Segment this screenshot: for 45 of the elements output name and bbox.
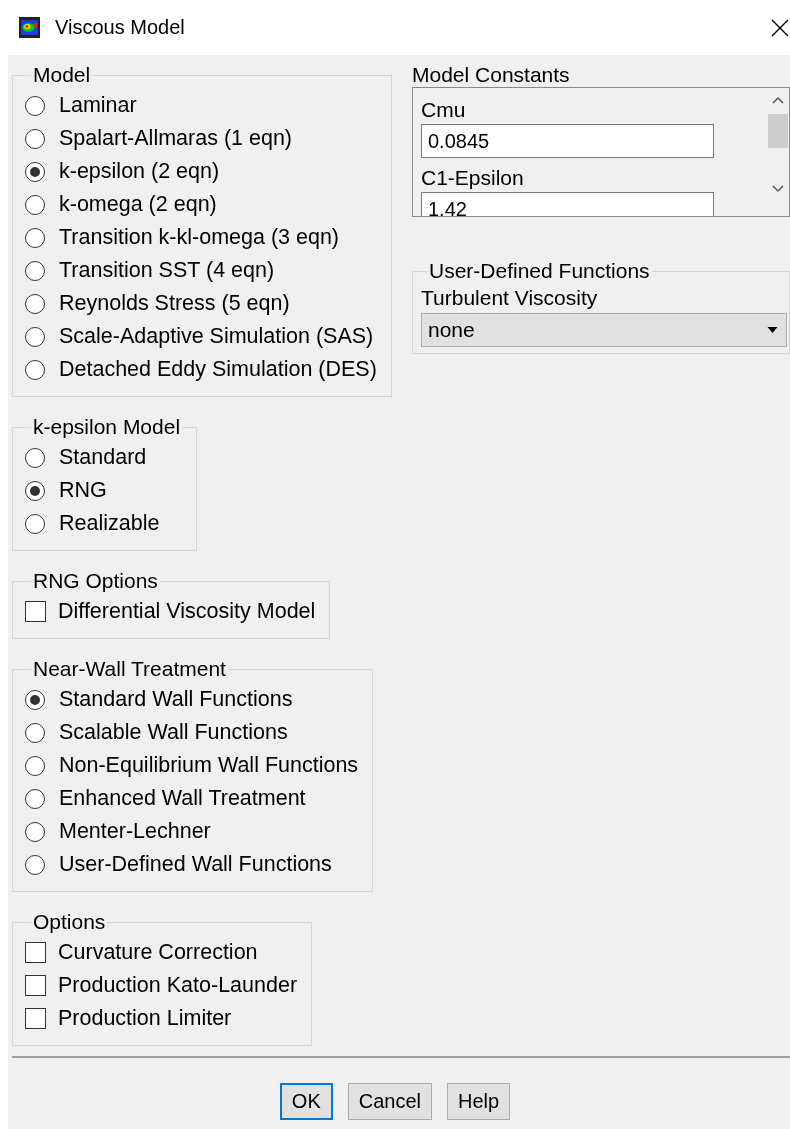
radio-option[interactable]: Transition SST (4 eqn)	[25, 254, 377, 287]
group-title: RNG Options	[32, 569, 159, 593]
radio-option[interactable]: k-omega (2 eqn)	[25, 188, 377, 221]
radio-option[interactable]: Reynolds Stress (5 eqn)	[25, 287, 377, 320]
scroll-thumb[interactable]	[768, 114, 788, 148]
checkbox-option[interactable]: Differential Viscosity Model	[25, 595, 316, 628]
radio-option[interactable]: Scale-Adaptive Simulation (SAS)	[25, 320, 377, 353]
dialog-button[interactable]: Help	[447, 1083, 511, 1120]
radio-option[interactable]: Standard	[25, 441, 183, 474]
radio-option[interactable]: Realizable	[25, 507, 183, 540]
scroll-down-icon[interactable]	[772, 185, 784, 193]
radio-option[interactable]: Scalable Wall Functions	[25, 716, 359, 749]
checkbox-option[interactable]: Curvature Correction	[25, 936, 298, 969]
radio-option[interactable]: User-Defined Wall Functions	[25, 848, 359, 881]
radio-option[interactable]: Non-Equilibrium Wall Functions	[25, 749, 359, 782]
checkbox-option[interactable]: Production Kato-Launder	[25, 969, 298, 1002]
radio-option[interactable]: RNG	[25, 474, 183, 507]
checkbox-option[interactable]: Production Limiter	[25, 1002, 298, 1035]
field-label: Turbulent Viscosity	[421, 285, 599, 311]
close-icon[interactable]	[770, 17, 790, 38]
dropdown[interactable]: none	[421, 313, 787, 347]
scroll-up-icon[interactable]	[772, 96, 784, 104]
field-label: Cmu	[421, 97, 467, 123]
radio-option[interactable]: k-epsilon (2 eqn)	[25, 155, 377, 188]
radio-option[interactable]: Transition k-kl-omega (3 eqn)	[25, 221, 377, 254]
field-label: C1-Epsilon	[421, 165, 525, 191]
group-title: Model	[32, 63, 92, 87]
input-field[interactable]: 0.0845	[421, 124, 714, 158]
dropdown-arrow-icon	[767, 327, 778, 333]
app-icon	[19, 17, 40, 38]
window-title: Viscous Model	[55, 16, 186, 39]
radio-option[interactable]: Enhanced Wall Treatment	[25, 782, 359, 815]
dialog-button[interactable]: Cancel	[347, 1083, 432, 1120]
radio-option[interactable]: Spalart-Allmaras (1 eqn)	[25, 122, 377, 155]
dialog-button[interactable]: OK	[279, 1083, 333, 1120]
section-title: Model Constants	[412, 63, 571, 87]
radio-option[interactable]: Menter-Lechner	[25, 815, 359, 848]
group-title: Near-Wall Treatment	[32, 657, 227, 681]
radio-option[interactable]: Laminar	[25, 89, 377, 122]
radio-option[interactable]: Detached Eddy Simulation (DES)	[25, 353, 377, 386]
group-title: k-epsilon Model	[32, 415, 182, 439]
group-title: User-Defined Functions	[428, 259, 651, 283]
radio-option[interactable]: Standard Wall Functions	[25, 683, 359, 716]
input-field[interactable]: 1.42	[421, 192, 714, 216]
group-title: Options	[32, 910, 107, 934]
